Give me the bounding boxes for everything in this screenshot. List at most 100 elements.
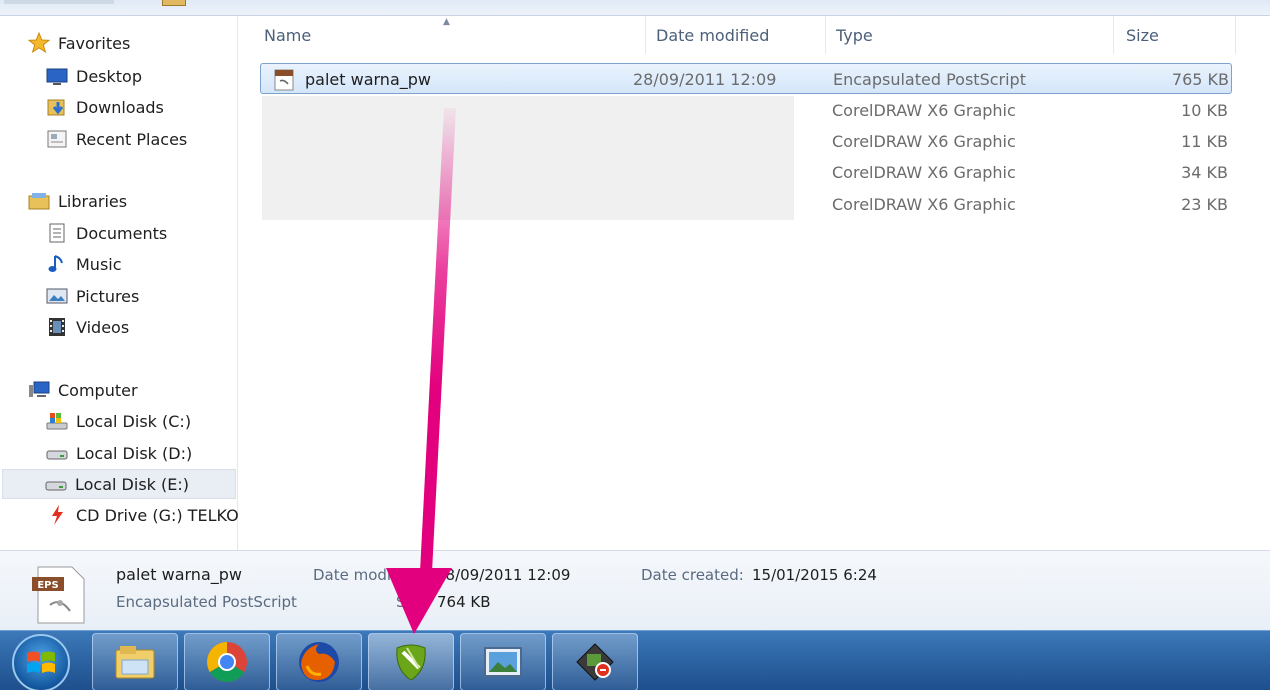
nav-item-downloads[interactable]: Downloads bbox=[46, 92, 164, 122]
nav-label: Libraries bbox=[58, 191, 128, 211]
details-pane: EPS palet warna_pw Encapsulated PostScri… bbox=[0, 550, 1270, 630]
column-header-size[interactable]: Size bbox=[1114, 16, 1236, 54]
file-name: palet warna_pw bbox=[305, 70, 431, 89]
details-date-created-label: Date created: bbox=[641, 566, 744, 584]
start-button[interactable] bbox=[12, 634, 70, 690]
recent-places-icon bbox=[46, 128, 68, 150]
documents-icon bbox=[46, 222, 68, 244]
nav-label: Local Disk (D:) bbox=[76, 443, 193, 463]
pictures-icon bbox=[46, 285, 68, 307]
picture-viewer-icon bbox=[484, 647, 522, 677]
folder-icon bbox=[115, 646, 155, 679]
nav-label: Downloads bbox=[76, 97, 164, 117]
nav-label: Recent Places bbox=[76, 129, 188, 149]
nav-label: Documents bbox=[76, 223, 168, 243]
nav-label: Music bbox=[76, 254, 122, 274]
details-file-type: Encapsulated PostScript bbox=[116, 593, 297, 611]
file-type: Encapsulated PostScript bbox=[833, 70, 1026, 89]
nav-label: Desktop bbox=[76, 66, 142, 86]
taskbar-picture-viewer[interactable] bbox=[460, 633, 546, 690]
eps-file-large-icon: EPS bbox=[30, 563, 90, 625]
eps-badge-text: EPS bbox=[37, 580, 58, 591]
nav-item-computer[interactable]: Computer bbox=[28, 375, 138, 405]
table-row[interactable]: CorelDRAW X6 Graphic 23 KB bbox=[260, 189, 1232, 220]
chrome-icon bbox=[207, 642, 247, 682]
address-bar-strip bbox=[0, 0, 1270, 16]
nav-item-pictures[interactable]: Pictures bbox=[46, 281, 139, 311]
table-row[interactable]: CorelDRAW X6 Graphic 34 KB bbox=[260, 157, 1232, 188]
file-name-cell: palet warna_pw bbox=[273, 64, 431, 95]
details-size-label: Si bbox=[396, 593, 410, 611]
column-header-label: Type bbox=[836, 25, 873, 45]
table-row[interactable]: CorelDRAW X6 Graphic 11 KB bbox=[260, 126, 1232, 157]
nav-item-favorites[interactable]: Favorites bbox=[28, 28, 130, 58]
file-size: 11 KB bbox=[1181, 132, 1228, 151]
details-file-name: palet warna_pw bbox=[116, 565, 242, 584]
coreldraw-icon bbox=[396, 644, 426, 681]
taskbar-google-chrome[interactable] bbox=[184, 633, 270, 690]
eps-file-icon bbox=[273, 69, 295, 91]
navigation-pane: Favorites Desktop Downloads Recent Place… bbox=[0, 16, 238, 550]
file-type: CorelDRAW X6 Graphic bbox=[832, 132, 1016, 151]
nav-item-cd-drive[interactable]: CD Drive (G:) TELKO bbox=[46, 500, 238, 530]
column-header-name[interactable]: Name ▲ bbox=[238, 16, 646, 54]
file-type: CorelDRAW X6 Graphic bbox=[832, 163, 1016, 182]
file-type: CorelDRAW X6 Graphic bbox=[832, 101, 1016, 120]
nav-item-desktop[interactable]: Desktop bbox=[46, 61, 142, 91]
computer-icon bbox=[28, 379, 50, 401]
details-date-created-value: 15/01/2015 6:24 bbox=[752, 566, 877, 584]
taskbar-firefox[interactable] bbox=[276, 633, 362, 690]
nav-item-local-disk-d[interactable]: Local Disk (D:) bbox=[46, 438, 192, 468]
nav-label: Computer bbox=[58, 380, 138, 400]
hard-drive-icon bbox=[45, 473, 67, 495]
file-size: 10 KB bbox=[1181, 101, 1228, 120]
nav-item-recent-places[interactable]: Recent Places bbox=[46, 124, 187, 154]
taskbar-coreldraw[interactable] bbox=[368, 633, 454, 690]
corel-utility-icon bbox=[576, 643, 614, 681]
sort-ascending-icon: ▲ bbox=[443, 17, 450, 27]
table-row[interactable]: palet warna_pw 28/09/2011 12:09 Encapsul… bbox=[260, 63, 1232, 94]
nav-label: Pictures bbox=[76, 286, 140, 306]
nav-label: Local Disk (E:) bbox=[75, 474, 189, 494]
windows-logo-icon bbox=[27, 651, 55, 673]
nav-item-videos[interactable]: Videos bbox=[46, 312, 129, 342]
folder-icon bbox=[162, 0, 186, 6]
cd-drive-icon bbox=[46, 504, 68, 526]
system-drive-icon bbox=[46, 410, 68, 432]
file-date: 28/09/2011 12:09 bbox=[633, 70, 777, 89]
column-header-type[interactable]: Type bbox=[826, 16, 1114, 54]
taskbar-corel-utility[interactable] bbox=[552, 633, 638, 690]
nav-item-documents[interactable]: Documents bbox=[46, 218, 167, 248]
taskbar bbox=[0, 630, 1270, 690]
details-size-value: 764 KB bbox=[437, 593, 491, 611]
nav-item-music[interactable]: Music bbox=[46, 249, 122, 279]
downloads-folder-icon bbox=[46, 96, 68, 118]
column-header-label: Date modified bbox=[656, 25, 770, 45]
desktop-icon bbox=[46, 65, 68, 87]
nav-item-local-disk-e[interactable]: Local Disk (E:) bbox=[2, 469, 236, 499]
nav-label: Local Disk (C:) bbox=[76, 411, 192, 431]
file-size: 765 KB bbox=[1171, 70, 1229, 89]
firefox-icon bbox=[299, 642, 339, 682]
column-header-date-modified[interactable]: Date modified bbox=[646, 16, 826, 54]
details-date-modified-value: 28/09/2011 12:09 bbox=[436, 566, 571, 584]
file-size: 34 KB bbox=[1181, 163, 1228, 182]
table-row[interactable]: CorelDRAW X6 Graphic 10 KB bbox=[260, 95, 1232, 126]
breadcrumb-fragment bbox=[4, 0, 114, 4]
nav-item-local-disk-c[interactable]: Local Disk (C:) bbox=[46, 406, 191, 436]
file-type: CorelDRAW X6 Graphic bbox=[832, 195, 1016, 214]
nav-label: CD Drive (G:) TELKO bbox=[76, 505, 238, 525]
hard-drive-icon bbox=[46, 442, 68, 464]
taskbar-windows-explorer[interactable] bbox=[92, 633, 178, 690]
star-icon bbox=[28, 32, 50, 54]
details-date-modified-label: Date modi bbox=[313, 566, 392, 584]
videos-icon bbox=[46, 316, 68, 338]
libraries-icon bbox=[28, 190, 50, 212]
file-size: 23 KB bbox=[1181, 195, 1228, 214]
column-header-label: Size bbox=[1126, 25, 1159, 45]
nav-label: Videos bbox=[76, 317, 130, 337]
music-note-icon bbox=[46, 253, 68, 275]
nav-item-libraries[interactable]: Libraries bbox=[28, 186, 127, 216]
nav-label: Favorites bbox=[58, 33, 131, 53]
column-header-label: Name bbox=[264, 25, 312, 45]
